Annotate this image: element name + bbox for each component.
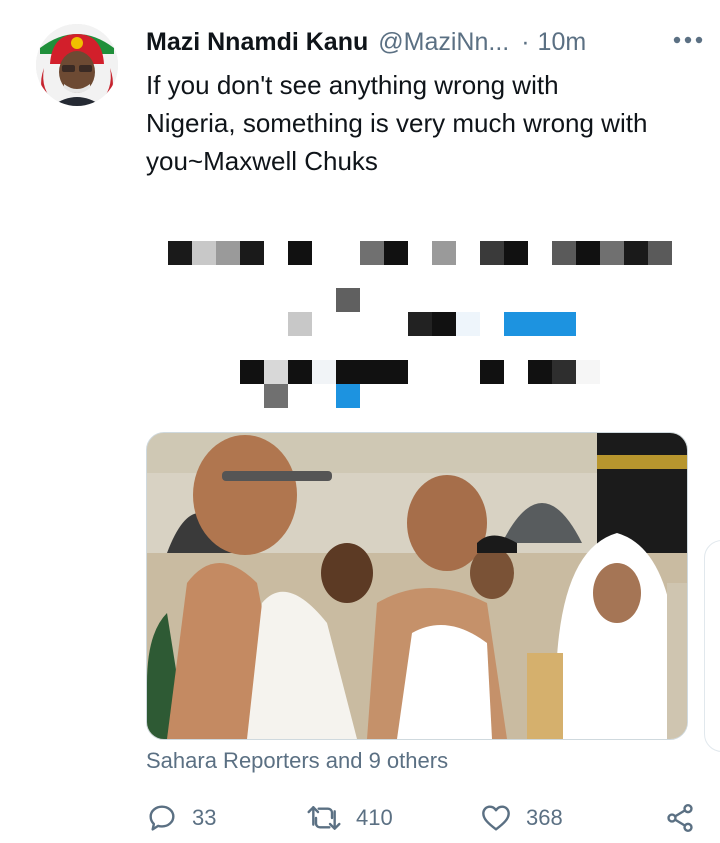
author-name[interactable]: Mazi Nnamdi Kanu <box>146 28 368 57</box>
reply-count: 33 <box>192 805 217 830</box>
media-attribution[interactable]: Sahara Reporters and 9 others <box>146 748 448 774</box>
retweet-count: 410 <box>356 805 393 830</box>
author-handle[interactable]: @MaziNn... <box>378 28 509 57</box>
author-avatar[interactable] <box>36 24 118 106</box>
like-button[interactable]: 368 <box>480 796 563 840</box>
like-count: 368 <box>526 805 563 830</box>
tweet-actions: 33 410 368 <box>146 796 696 840</box>
tweet-text: If you don't see anything wrong with Nig… <box>146 70 648 176</box>
tweet-header: Mazi Nnamdi Kanu @MaziNn... · 10m <box>146 22 700 62</box>
retweet-button[interactable]: 410 <box>306 796 393 840</box>
share-icon <box>667 804 693 832</box>
adjacent-card-edge <box>704 540 720 752</box>
avatar-image <box>36 24 118 106</box>
share-button[interactable] <box>664 796 696 840</box>
reply-bubble-icon <box>149 805 175 831</box>
tweet-media-image[interactable] <box>146 432 688 740</box>
retweet-icon <box>307 806 341 830</box>
pixelated-redaction <box>165 238 675 408</box>
separator-dot: · <box>521 27 530 56</box>
timestamp[interactable]: 10m <box>538 28 587 57</box>
more-dots-icon[interactable] <box>672 28 704 52</box>
heart-icon <box>482 805 510 831</box>
reply-button[interactable]: 33 <box>146 796 216 840</box>
